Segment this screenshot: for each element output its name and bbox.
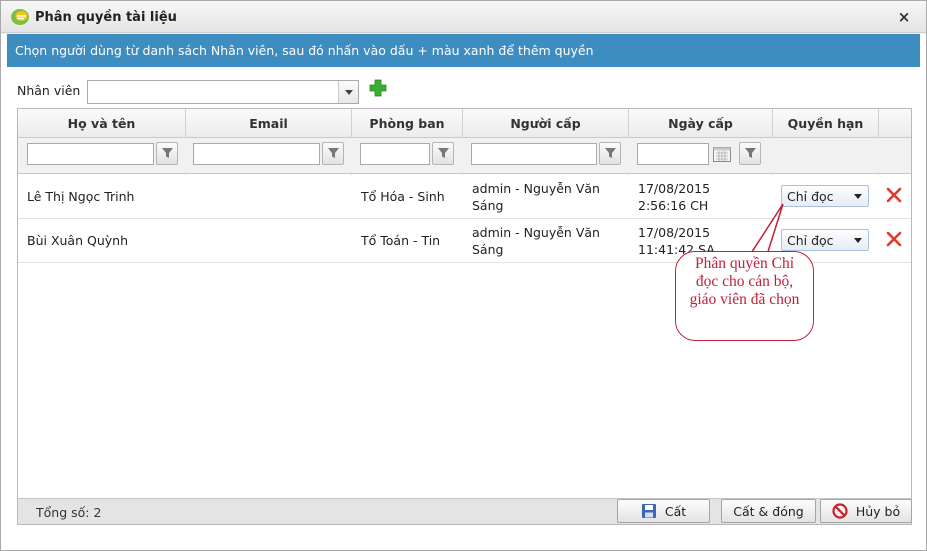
filter-icon (745, 148, 756, 158)
dialog-body: Chọn người dùng từ danh sách Nhân viên, … (1, 34, 926, 550)
employee-label: Nhân viên (17, 83, 81, 98)
department-filter-button[interactable] (432, 142, 454, 165)
cell-email (186, 175, 352, 218)
delete-x-icon[interactable] (886, 231, 902, 247)
app-logo-icon (11, 9, 29, 25)
save-button[interactable]: Cất (617, 499, 710, 523)
cell-granted-by: admin - Nguyễn Văn Sáng (472, 224, 600, 257)
header-department[interactable]: Phòng ban (352, 109, 463, 138)
close-icon[interactable]: × (896, 9, 912, 25)
header-name[interactable]: Họ và tên (18, 109, 186, 138)
save-close-button-label: Cất & đóng (733, 503, 804, 519)
filter-icon (605, 148, 616, 158)
filter-icon (438, 148, 449, 158)
cell-email (186, 219, 352, 262)
granted-by-filter-button[interactable] (599, 142, 621, 165)
dialog-title: Phân quyền tài liệu (35, 10, 177, 25)
cell-department: Tổ Toán - Tin (361, 233, 441, 248)
title-bar: Phân quyền tài liệu × (1, 1, 926, 33)
cell-name: Bùi Xuân Quỳnh (27, 233, 128, 248)
cancel-button-label: Hủy bỏ (855, 503, 901, 519)
header-email[interactable]: Email (186, 109, 352, 138)
total-count: Tổng số: 2 (36, 505, 102, 520)
save-close-button[interactable]: Cất & đóng (721, 499, 816, 523)
cell-granted-by: admin - Nguyễn Văn Sáng (472, 180, 600, 213)
cancel-circle-icon (832, 503, 848, 519)
save-button-label: Cất (664, 503, 687, 519)
calendar-icon[interactable] (713, 146, 731, 162)
cancel-button[interactable]: Hủy bỏ (820, 499, 912, 523)
grid-header: Họ và tên Email Phòng ban Người cấp Ngày… (18, 109, 911, 138)
chevron-down-icon (854, 238, 862, 243)
header-granted-date[interactable]: Ngày cấp (629, 109, 773, 138)
granted-date-filter-input[interactable] (637, 143, 709, 165)
floppy-disk-icon (641, 504, 656, 518)
header-permission[interactable]: Quyền hạn (773, 109, 879, 138)
chevron-down-icon (854, 194, 862, 199)
email-filter-input[interactable] (193, 143, 320, 165)
permission-dialog: Phân quyền tài liệu × Chọn người dùng từ… (0, 0, 927, 551)
employee-combobox[interactable] (87, 80, 359, 104)
header-granted-by[interactable]: Người cấp (463, 109, 629, 138)
delete-x-icon[interactable] (886, 187, 902, 203)
email-filter-button[interactable] (322, 142, 344, 165)
filter-icon (328, 148, 339, 158)
chevron-down-icon[interactable] (338, 81, 358, 103)
department-filter-input[interactable] (360, 143, 430, 165)
callout-annotation: Phân quyền Chỉ đọc cho cán bộ, giáo viên… (675, 251, 814, 341)
cell-department: Tổ Hóa - Sinh (361, 189, 445, 204)
name-filter-button[interactable] (156, 142, 178, 165)
filter-row (18, 138, 911, 174)
filter-icon (162, 148, 173, 158)
instruction-banner: Chọn người dùng từ danh sách Nhân viên, … (7, 34, 920, 67)
granted-by-filter-input[interactable] (471, 143, 597, 165)
cell-name: Lê Thị Ngọc Trinh (27, 189, 135, 204)
granted-date-filter-button[interactable] (739, 142, 761, 165)
add-plus-icon[interactable] (369, 79, 387, 97)
name-filter-input[interactable] (27, 143, 154, 165)
